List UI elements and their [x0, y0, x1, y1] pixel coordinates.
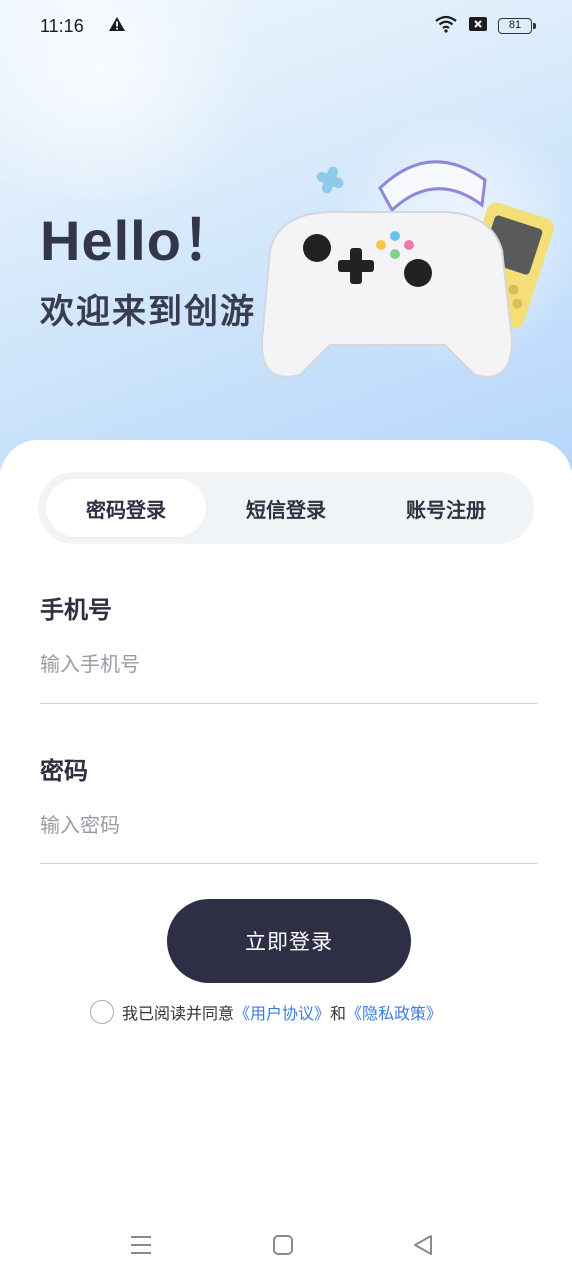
- agreement-prefix: 我已阅读并同意: [122, 1004, 235, 1023]
- password-input[interactable]: [40, 800, 538, 850]
- status-bar: 11:16 81: [0, 0, 572, 52]
- back-triangle-icon[interactable]: [410, 1232, 436, 1258]
- system-nav-bar: [0, 1218, 572, 1272]
- agreement-row: 我已阅读并同意 《用户协议》 和 《隐私政策》: [90, 1000, 442, 1024]
- password-divider: [40, 863, 538, 864]
- menu-icon[interactable]: [128, 1232, 154, 1258]
- tab-register[interactable]: 账号注册: [366, 479, 526, 537]
- phone-divider: [40, 703, 538, 704]
- phone-input[interactable]: [40, 639, 538, 689]
- login-tabs: 密码登录 短信登录 账号注册: [38, 472, 534, 544]
- user-agreement-link[interactable]: 《用户协议》: [234, 1000, 330, 1024]
- tab-sms-login[interactable]: 短信登录: [206, 479, 366, 537]
- welcome-text: 欢迎来到创游: [40, 292, 256, 332]
- battery-icon: 81: [498, 18, 536, 34]
- home-square-icon[interactable]: [270, 1232, 296, 1258]
- agreement-checkbox[interactable]: [90, 1000, 114, 1024]
- agreement-conjunction: 和: [330, 1004, 347, 1023]
- tab-password-login[interactable]: 密码登录: [46, 479, 206, 537]
- status-time: 11:16: [40, 15, 84, 36]
- warning-icon: [108, 16, 126, 37]
- status-icons: 81: [434, 15, 536, 38]
- privacy-policy-link[interactable]: 《隐私政策》: [346, 1000, 442, 1024]
- phone-label: 手机号: [40, 596, 112, 624]
- password-label: 密码: [40, 757, 88, 785]
- wifi-icon: [434, 15, 458, 38]
- hello-heading: Hello！: [40, 209, 239, 272]
- sim-off-icon: [468, 16, 488, 37]
- login-card: 密码登录 短信登录 账号注册 手机号 密码 立即登录 我已阅读并同意 《用户协议…: [0, 440, 572, 1280]
- game-controller-illustration: [260, 160, 554, 378]
- login-button[interactable]: 立即登录: [167, 899, 411, 983]
- hero-banner: 11:16 81 Hello！ 欢迎来到创游: [0, 0, 572, 470]
